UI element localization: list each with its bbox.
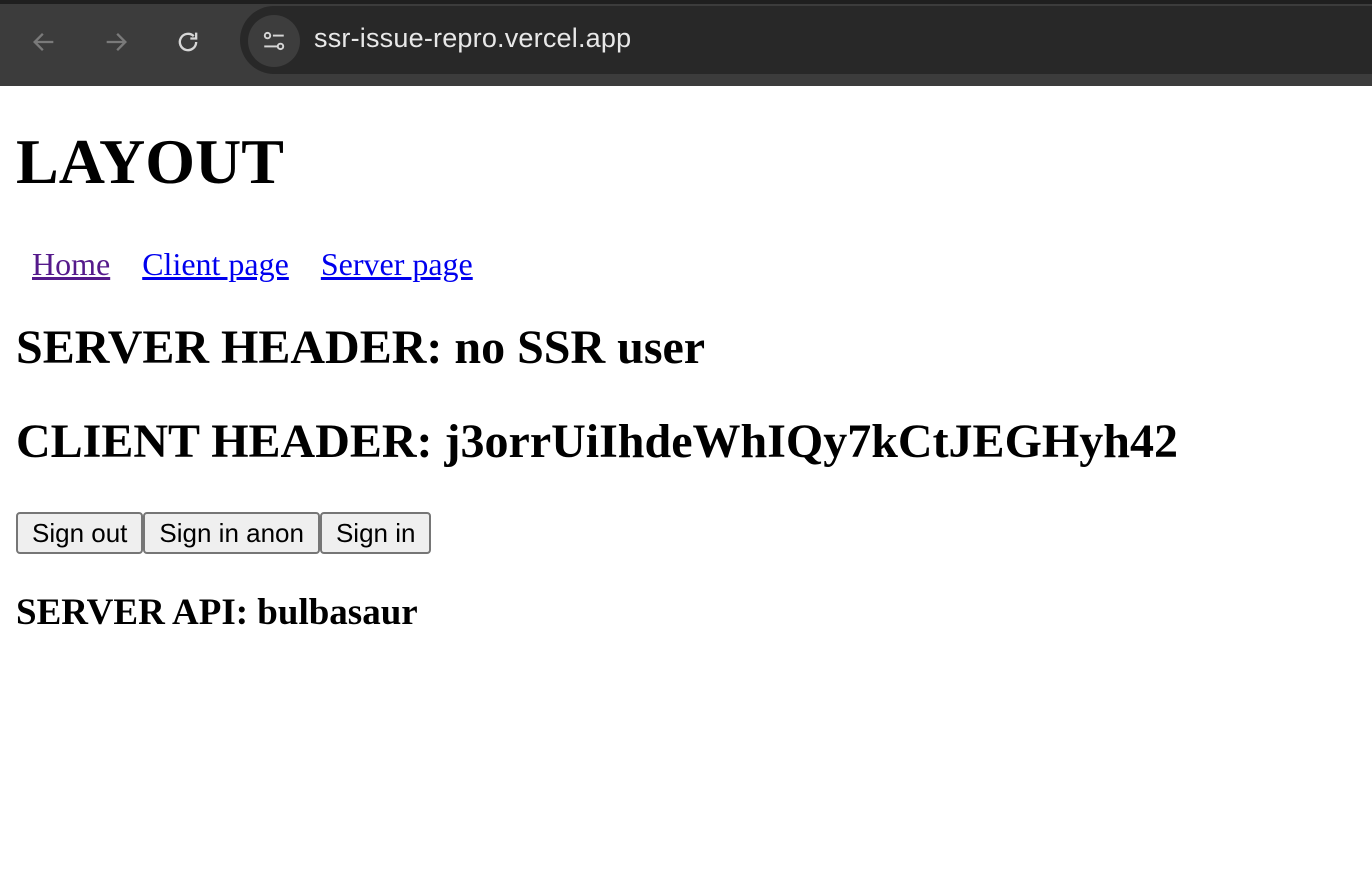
browser-toolbar: ssr-issue-repro.vercel.app (0, 0, 1372, 86)
nav-links: Home Client page Server page (32, 246, 505, 283)
reload-button[interactable] (168, 22, 208, 62)
auth-buttons: Sign out Sign in anon Sign in (16, 512, 432, 554)
server-api-text: SERVER API: bulbasaur (16, 592, 418, 633)
server-page-link[interactable]: Server page (321, 246, 473, 283)
forward-button[interactable] (96, 22, 136, 62)
client-header: CLIENT HEADER: j3orrUiIhdeWhIQy7kCtJEGHy… (16, 415, 1178, 468)
client-page-link[interactable]: Client page (142, 246, 289, 283)
page-title: LAYOUT (16, 126, 284, 197)
back-arrow-icon (33, 33, 54, 51)
home-link[interactable]: Home (32, 246, 110, 283)
site-settings-icon (263, 31, 285, 51)
site-settings-button[interactable] (248, 15, 300, 67)
sign-in-button[interactable]: Sign in (319, 512, 432, 554)
reload-icon (178, 32, 198, 52)
sign-out-button[interactable]: Sign out (16, 512, 144, 554)
back-button[interactable] (24, 22, 64, 62)
url-text[interactable]: ssr-issue-repro.vercel.app (314, 23, 631, 54)
page-content: LAYOUT Home Client page Server page SERV… (0, 86, 1372, 872)
address-bar[interactable]: ssr-issue-repro.vercel.app (240, 6, 1372, 74)
forward-arrow-icon (106, 33, 127, 51)
sign-in-anon-button[interactable]: Sign in anon (143, 512, 320, 554)
server-header: SERVER HEADER: no SSR user (16, 321, 706, 374)
